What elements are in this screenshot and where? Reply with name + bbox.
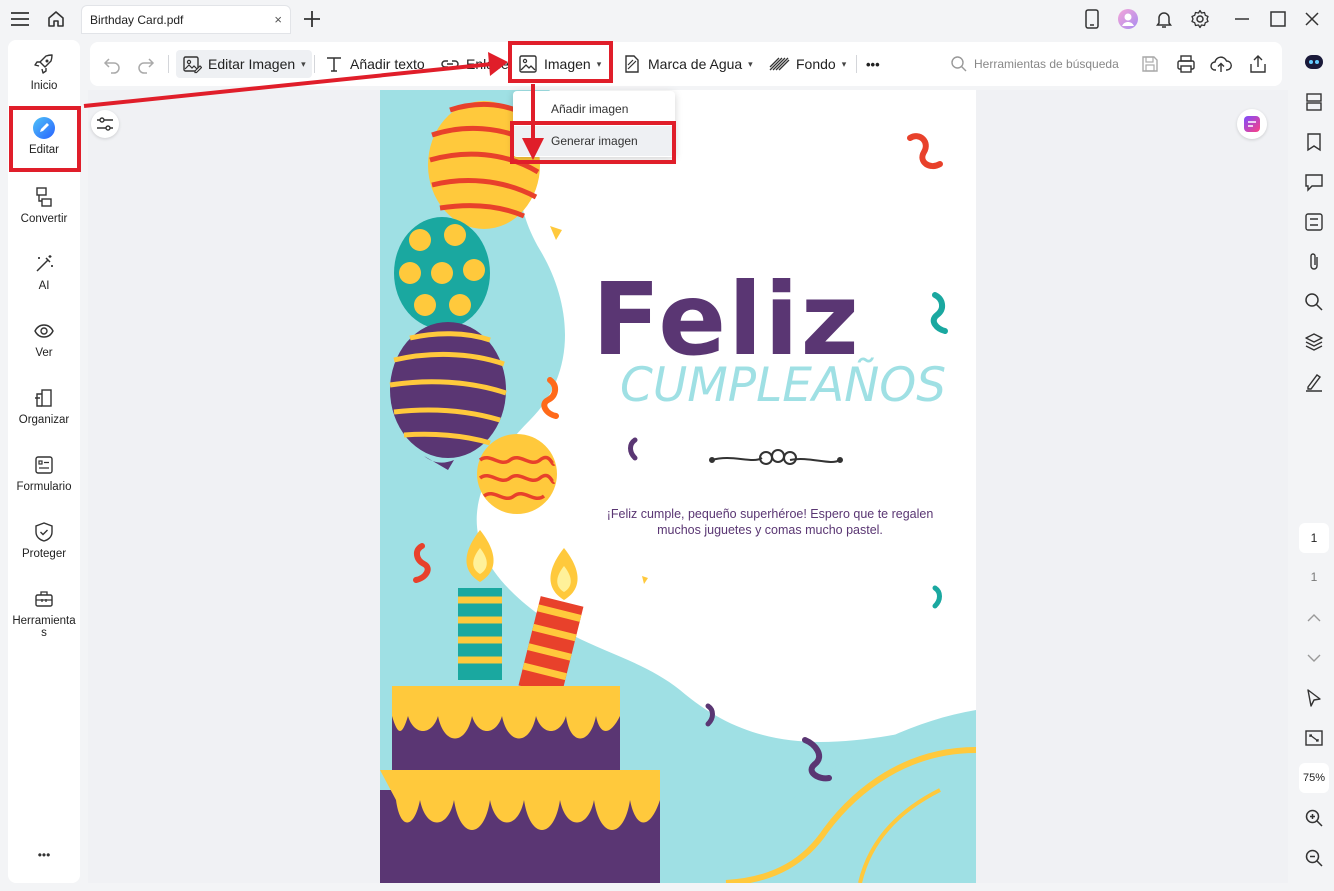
- annotation-arrows: [83, 52, 544, 160]
